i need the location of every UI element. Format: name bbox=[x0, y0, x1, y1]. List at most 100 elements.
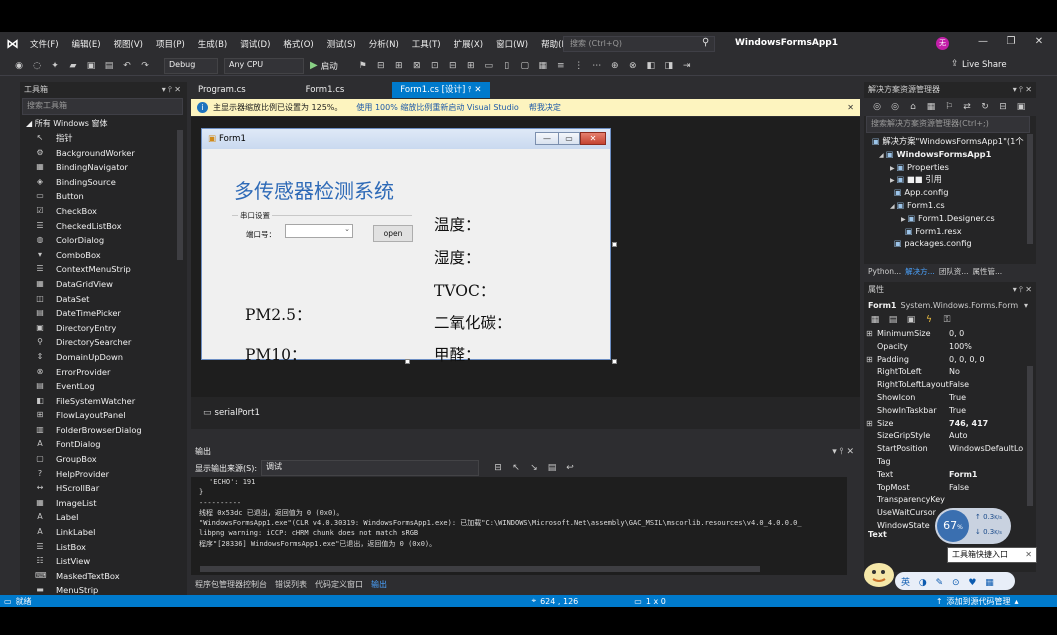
restart-100-link[interactable]: 使用 100% 缩放比例重新启动 Visual Studio bbox=[356, 99, 518, 116]
tab-order-icon[interactable]: ⇥ bbox=[680, 61, 694, 71]
tab-property-manager[interactable]: 属性管... bbox=[972, 266, 1002, 277]
toolbox-item[interactable]: ⊞ FlowLayoutPanel bbox=[20, 408, 187, 423]
toolbox-item[interactable]: ? HelpProvider bbox=[20, 467, 187, 482]
toolbox-group-header[interactable]: ◢ 所有 Windows 窗体 bbox=[20, 117, 187, 131]
toolbox-item[interactable]: ▤ DateTimePicker bbox=[20, 306, 187, 321]
properties-pin-icon[interactable]: ▾ ⫯ ✕ bbox=[1013, 282, 1032, 298]
start-button[interactable]: 启动 bbox=[321, 60, 338, 72]
tab-close-icon[interactable]: ✕ bbox=[474, 85, 481, 95]
bring-front-icon[interactable]: ◧ bbox=[644, 61, 658, 71]
spacing-h-icon[interactable]: ⋮ bbox=[572, 61, 586, 71]
menu-file[interactable]: 文件(F) bbox=[30, 38, 59, 50]
toolbox-item[interactable]: ☰ CheckedListBox bbox=[20, 219, 187, 234]
toolbox-item[interactable]: ☰ ListBox bbox=[20, 540, 187, 555]
back-icon[interactable]: ◉ bbox=[12, 61, 26, 71]
tab-team-explorer[interactable]: 团队资... bbox=[939, 266, 969, 277]
toolbox-item[interactable]: ⇕ DomainUpDown bbox=[20, 350, 187, 365]
toolbox-item[interactable]: ▢ GroupBox bbox=[20, 452, 187, 467]
toolbox-item[interactable]: ☷ ListView bbox=[20, 554, 187, 569]
tab-code-definition[interactable]: 代码定义窗口 bbox=[315, 579, 363, 590]
user-avatar[interactable]: 无 bbox=[936, 37, 949, 50]
solution-tree-item[interactable]: ▣ App.config bbox=[864, 186, 1036, 199]
tab-python[interactable]: Python... bbox=[868, 267, 901, 276]
close-icon[interactable]: ✕ bbox=[1031, 36, 1047, 52]
toolbox-item[interactable]: A LinkLabel bbox=[20, 525, 187, 540]
property-row[interactable]: Text Form1 bbox=[864, 469, 1036, 482]
solution-tree-item[interactable]: ▶ ▣ Form1.Designer.cs bbox=[864, 212, 1036, 225]
property-value[interactable]: 0, 0 bbox=[949, 328, 964, 341]
humidity-label[interactable]: 湿度： bbox=[434, 246, 481, 268]
refresh-icon[interactable]: ↻ bbox=[978, 102, 992, 112]
show-all-icon[interactable]: ▣ bbox=[1014, 102, 1028, 112]
property-value[interactable]: Form1 bbox=[949, 469, 977, 482]
spacing-v-icon[interactable]: ⋯ bbox=[590, 61, 604, 71]
center-v-icon[interactable]: ⊗ bbox=[626, 61, 640, 71]
spacing-icon[interactable]: ≡ bbox=[554, 61, 568, 71]
property-row[interactable]: ⊞ Padding 0, 0, 0, 0 bbox=[864, 354, 1036, 367]
property-value[interactable]: False bbox=[949, 482, 969, 495]
property-row[interactable]: Opacity 100% bbox=[864, 341, 1036, 354]
solution-tree-item[interactable]: ◢ ▣ Form1.cs bbox=[864, 199, 1036, 212]
property-value[interactable]: 746, 417 bbox=[949, 418, 988, 431]
tab-form1-cs[interactable]: Form1.cs bbox=[298, 82, 353, 98]
toolbox-item[interactable]: ☑ CheckBox bbox=[20, 204, 187, 219]
maximize-icon[interactable]: ❐ bbox=[1003, 36, 1019, 52]
tab-program-cs[interactable]: Program.cs bbox=[190, 82, 254, 98]
output-source-select[interactable]: 调试 bbox=[261, 460, 480, 476]
toolbox-item[interactable]: ◈ BindingSource bbox=[20, 175, 187, 190]
solution-pin-icon[interactable]: ▾ ⫯ ✕ bbox=[1013, 82, 1032, 98]
pm25-label[interactable]: PM2.5： bbox=[245, 303, 311, 325]
same-height-icon[interactable]: ▯ bbox=[500, 61, 514, 71]
toolbox-item[interactable]: ◫ DataSet bbox=[20, 292, 187, 307]
property-value[interactable]: Auto bbox=[949, 430, 968, 443]
tvoc-label[interactable]: TVOC： bbox=[434, 279, 495, 301]
toolbox-item[interactable]: ▥ FolderBrowserDialog bbox=[20, 423, 187, 438]
center-h-icon[interactable]: ⊕ bbox=[608, 61, 622, 71]
property-value[interactable]: True bbox=[949, 405, 966, 418]
toolbox-scrollbar[interactable] bbox=[177, 130, 183, 260]
toolbox-item[interactable]: ⊗ ErrorProvider bbox=[20, 365, 187, 380]
tooltip-close-icon[interactable]: ✕ bbox=[1025, 548, 1032, 562]
property-row[interactable]: ⊞ MinimumSize 0, 0 bbox=[864, 328, 1036, 341]
property-value[interactable]: True bbox=[949, 392, 966, 405]
system-title-label[interactable]: 多传感器检测系统 bbox=[234, 175, 394, 204]
live-share-button[interactable]: Live Share bbox=[962, 60, 1007, 70]
clear-all-icon[interactable]: ▤ bbox=[545, 463, 559, 473]
property-value[interactable]: 0, 0, 0, 0 bbox=[949, 354, 985, 367]
forward-icon[interactable]: ◎ bbox=[888, 102, 902, 112]
next-message-icon[interactable]: ↘ bbox=[527, 463, 541, 473]
property-value[interactable]: 100% bbox=[949, 341, 972, 354]
align-middle-icon[interactable]: ⊟ bbox=[446, 61, 460, 71]
property-expand-icon[interactable]: ⊞ bbox=[866, 354, 873, 367]
solution-search-input[interactable]: 搜索解决方案资源管理器(Ctrl+;) bbox=[866, 116, 1030, 133]
save-all-icon[interactable]: ▤ bbox=[102, 61, 116, 71]
toolbox-item[interactable]: ◧ FileSystemWatcher bbox=[20, 394, 187, 409]
menu-debug[interactable]: 调试(D) bbox=[240, 38, 270, 50]
form1-window[interactable]: ▣ Form1 — ▭ ✕ 多传感器检测系统 串口设置 端口号： ⌄ open … bbox=[201, 128, 611, 364]
property-row[interactable]: ⊞ Size 746, 417 bbox=[864, 418, 1036, 431]
property-row[interactable]: TransparencyKey bbox=[864, 494, 1036, 507]
attach-icon[interactable]: ⚑ bbox=[356, 61, 370, 71]
platform-select[interactable]: Any CPU bbox=[224, 57, 304, 74]
add-to-source-control[interactable]: 添加到源代码管理 bbox=[947, 596, 1011, 607]
solution-tree-item[interactable]: ▣ packages.config bbox=[864, 237, 1036, 250]
info-close-icon[interactable]: ✕ bbox=[847, 99, 854, 116]
tab-package-console[interactable]: 程序包管理器控制台 bbox=[195, 579, 267, 590]
toolbox-item[interactable]: A FontDialog bbox=[20, 437, 187, 452]
toolbox-item[interactable]: ◍ ColorDialog bbox=[20, 233, 187, 248]
align-top-icon[interactable]: ⊡ bbox=[428, 61, 442, 71]
menu-window[interactable]: 窗口(W) bbox=[496, 38, 528, 50]
toolbox-item[interactable]: ▣ DirectoryEntry bbox=[20, 321, 187, 336]
toolbox-item[interactable]: ▤ EventLog bbox=[20, 379, 187, 394]
find-message-icon[interactable]: ⊟ bbox=[491, 463, 505, 473]
toolbox-item[interactable]: ⌨ MaskedTextBox bbox=[20, 569, 187, 584]
tab-output[interactable]: 输出 bbox=[371, 579, 387, 590]
menu-view[interactable]: 视图(V) bbox=[114, 38, 143, 50]
grid-icon[interactable]: ▦ bbox=[536, 61, 550, 71]
property-expand-icon[interactable]: ⊞ bbox=[866, 328, 873, 341]
pm10-label[interactable]: PM10： bbox=[245, 343, 307, 365]
output-pin-icon[interactable]: ▾ ⫯ ✕ bbox=[832, 447, 854, 457]
toolbox-item[interactable]: ☰ ContextMenuStrip bbox=[20, 262, 187, 277]
pin-icon[interactable]: ▾ ⫯ ✕ bbox=[162, 82, 181, 98]
toolbox-item[interactable]: ▦ DataGridView bbox=[20, 277, 187, 292]
